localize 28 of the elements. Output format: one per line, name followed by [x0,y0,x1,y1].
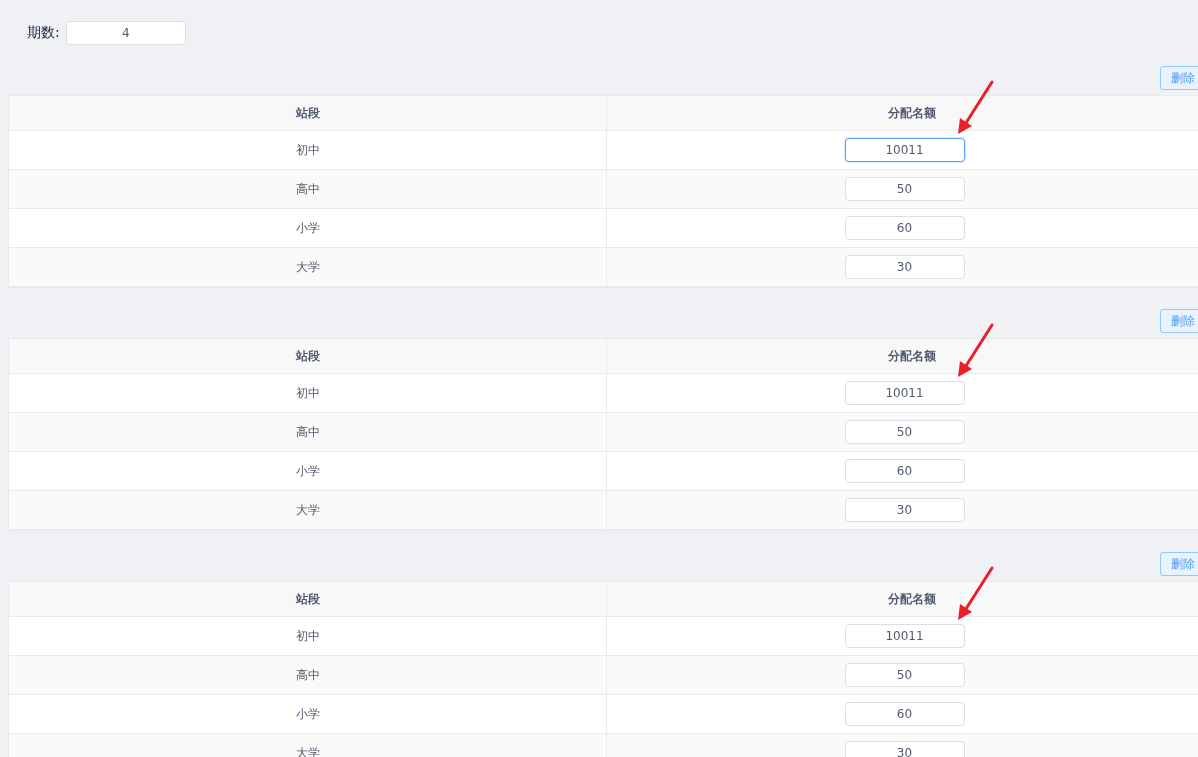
table-cell: 初中 [295,384,320,402]
table-cell: 高中 [295,180,320,198]
quota-input[interactable]: 10011 [844,624,965,648]
table-cell: 大学 [295,501,320,519]
table-cell: 大学 [295,258,320,276]
table-cell: 高中 [295,666,320,684]
table-cell: 小学 [295,462,320,480]
quota-input[interactable]: 50 [844,663,965,687]
table-cell: 初中 [295,627,320,645]
quota-input[interactable]: 30 [844,255,965,279]
periods-label: 期数: [27,24,60,42]
annotation-arrow [956,566,996,622]
quota-input[interactable]: 10011 [844,381,965,405]
periods-input[interactable]: 4 [65,21,186,45]
quota-input[interactable]: 50 [844,177,965,201]
quota-input[interactable]: 60 [844,459,965,483]
annotation-arrow [956,323,996,379]
table-cell: 小学 [295,219,320,237]
quota-input[interactable]: 60 [844,216,965,240]
annotation-arrow [956,80,996,136]
quota-input[interactable]: 10011 [844,138,965,162]
table-cell: 高中 [295,423,320,441]
quota-input[interactable]: 30 [844,741,965,757]
quota-input[interactable]: 50 [844,420,965,444]
quota-input[interactable]: 30 [844,498,965,522]
quota-input[interactable]: 60 [844,702,965,726]
table-cell: 初中 [295,141,320,159]
table-cell: 小学 [295,705,320,723]
